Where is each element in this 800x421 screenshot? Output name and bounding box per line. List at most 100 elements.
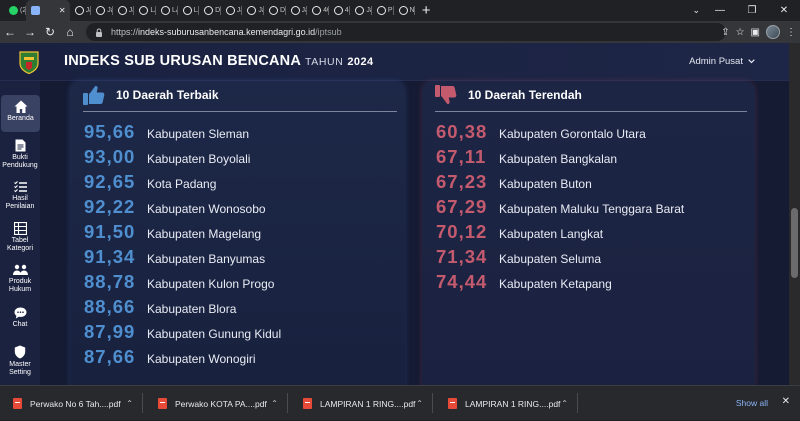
sidebar-item-bukti-pendukung[interactable]: Bukti Pendukung [0, 139, 40, 171]
people-icon [12, 264, 28, 275]
home-browser-icon[interactable]: ⌂ [60, 21, 80, 43]
sidebar-item-chat[interactable]: Chat [0, 307, 40, 333]
forward-icon[interactable]: → [20, 21, 40, 43]
globe-icon [74, 6, 84, 15]
index-score: 95,66 [84, 121, 136, 142]
browser-tab[interactable]: Ja [70, 0, 91, 21]
close-tab-icon[interactable]: ✕ [59, 6, 66, 15]
sidepanel-icon[interactable]: ▣ [751, 27, 760, 38]
index-score: 92,22 [84, 196, 136, 217]
browser-tab-active[interactable]: ✕ [25, 0, 70, 21]
scrollbar-thumb[interactable] [791, 208, 798, 278]
browser-tab[interactable]: LA [134, 0, 156, 21]
index-score: 87,99 [84, 321, 136, 342]
browser-tab[interactable]: Dc [264, 0, 286, 21]
sidebar-item-produk-hukum[interactable]: Produk Hukum [0, 264, 40, 296]
chevron-up-icon[interactable]: ⌃ [271, 399, 278, 408]
ranking-row: 91,50 Kabupaten Magelang [84, 221, 261, 243]
divider [435, 111, 747, 112]
sidebar-item-beranda[interactable]: Beranda [1, 95, 40, 132]
browser-tab[interactable]: Ja [286, 0, 307, 21]
address-bar[interactable]: https://indeks-suburusanbencana.kemendag… [86, 23, 726, 41]
globe-icon [355, 6, 365, 15]
window-controls: — ❐ ✕ [704, 0, 800, 21]
url-host: indeks-suburusanbencana.kemendagri.go.id [138, 27, 316, 37]
globe-icon [117, 6, 127, 15]
worst-regions-card: 10 Daerah Terendah 60,38 Kabupaten Goront… [422, 81, 755, 385]
browser-tab[interactable]: Ja [221, 0, 242, 21]
profile-avatar[interactable] [766, 25, 780, 39]
url-scheme: https:// [111, 27, 139, 37]
browser-tab[interactable]: LA [178, 0, 199, 21]
region-name: Kabupaten Gunung Kidul [147, 327, 282, 341]
app-title-text: INDEKS SUB URUSAN BENCANA [64, 53, 302, 69]
index-score: 93,00 [84, 146, 136, 167]
index-score: 70,12 [436, 221, 488, 242]
tab-search-chevron-icon[interactable]: ⌄ [692, 0, 700, 21]
download-item[interactable]: LAMPIRAN 1 RING....pdf ⌃ [435, 386, 578, 421]
ranking-row: 93,00 Kabupaten Boyolali [84, 146, 250, 168]
globe-icon [398, 6, 408, 15]
browser-tab[interactable]: (2 [4, 0, 26, 21]
browser-tab[interactable]: Ja [350, 0, 372, 21]
download-item[interactable]: LAMPIRAN 1 RING....pdf ⌃ [290, 386, 433, 421]
browser-tab[interactable]: LA [156, 0, 178, 21]
sidebar-item-hasil-penilaian[interactable]: Hasil Penilaian [0, 181, 40, 213]
reload-icon[interactable]: ↻ [40, 21, 60, 43]
chevron-up-icon[interactable]: ⌃ [561, 399, 568, 408]
user-menu[interactable]: Admin Pusat [689, 56, 755, 67]
globe-icon [333, 6, 343, 15]
close-download-shelf-icon[interactable]: ✕ [782, 396, 790, 407]
thumbs-up-icon [83, 86, 105, 105]
divider [83, 111, 397, 112]
index-score: 91,50 [84, 221, 136, 242]
browser-tab[interactable]: Ja [91, 0, 113, 21]
download-filename: Perwako KOTA PA....pdf [175, 398, 267, 409]
chevron-up-icon[interactable]: ⌃ [416, 399, 423, 408]
download-filename: LAMPIRAN 1 RING....pdf [465, 398, 561, 409]
share-icon[interactable]: ⇪ [721, 27, 729, 38]
globe-icon [160, 6, 170, 15]
browser-tab[interactable]: PE [372, 0, 394, 21]
thumbs-down-icon [435, 85, 457, 104]
region-name: Kabupaten Gorontalo Utara [499, 127, 646, 141]
region-name: Kota Padang [147, 177, 217, 191]
index-score: 91,34 [84, 246, 136, 267]
close-window-icon[interactable]: ✕ [768, 0, 800, 21]
region-name: Kabupaten Boyolali [147, 152, 251, 166]
tahun-label: TAHUN [305, 56, 344, 68]
browser-tab[interactable]: N [394, 0, 416, 21]
region-name: Kabupaten Buton [499, 177, 592, 191]
sidebar-item-tabel-kategori[interactable]: Tabel Kategori [0, 222, 40, 254]
show-all-downloads-link[interactable]: Show all [736, 398, 768, 408]
pdf-file-icon [303, 398, 312, 409]
page-scrollbar[interactable] [789, 43, 800, 385]
more-menu-icon[interactable]: ⋮ [786, 27, 796, 38]
index-score: 74,44 [436, 271, 488, 292]
browser-tab[interactable]: 40 [307, 0, 329, 21]
sidebar-item-master-setting[interactable]: Master Setting [0, 345, 40, 377]
chevron-up-icon[interactable]: ⌃ [126, 399, 133, 408]
browser-tab[interactable]: Ja [113, 0, 134, 21]
browser-tab[interactable]: D( [199, 0, 221, 21]
download-item[interactable]: Perwako No 6 Tah....pdf ⌃ [0, 386, 143, 421]
whatsapp-icon [9, 6, 18, 15]
back-icon[interactable]: ← [0, 21, 20, 43]
ranking-row: 74,44 Kabupaten Ketapang [436, 271, 612, 293]
browser-tab-strip: (2 ✕ Ja Ja Ja LA LA LA D( Ja Ja Dc Ja 40… [0, 0, 800, 21]
lock-icon [95, 28, 105, 37]
ranking-row: 92,65 Kota Padang [84, 171, 216, 193]
browser-tab[interactable]: 40 [329, 0, 350, 21]
download-shelf: Perwako No 6 Tah....pdf ⌃ Perwako KOTA P… [0, 385, 800, 420]
index-score: 88,66 [84, 296, 136, 317]
new-tab-button[interactable]: + [415, 0, 437, 21]
minimize-icon[interactable]: — [704, 0, 736, 21]
download-item[interactable]: Perwako KOTA PA....pdf ⌃ [145, 386, 288, 421]
region-name: Kabupaten Bangkalan [499, 152, 618, 166]
ranking-row: 87,66 Kabupaten Wonogiri [84, 346, 256, 368]
index-score: 92,65 [84, 171, 136, 192]
restore-icon[interactable]: ❐ [736, 0, 768, 21]
globe-icon [376, 6, 386, 15]
bookmark-star-icon[interactable]: ☆ [736, 27, 745, 38]
browser-tab[interactable]: Ja [242, 0, 264, 21]
